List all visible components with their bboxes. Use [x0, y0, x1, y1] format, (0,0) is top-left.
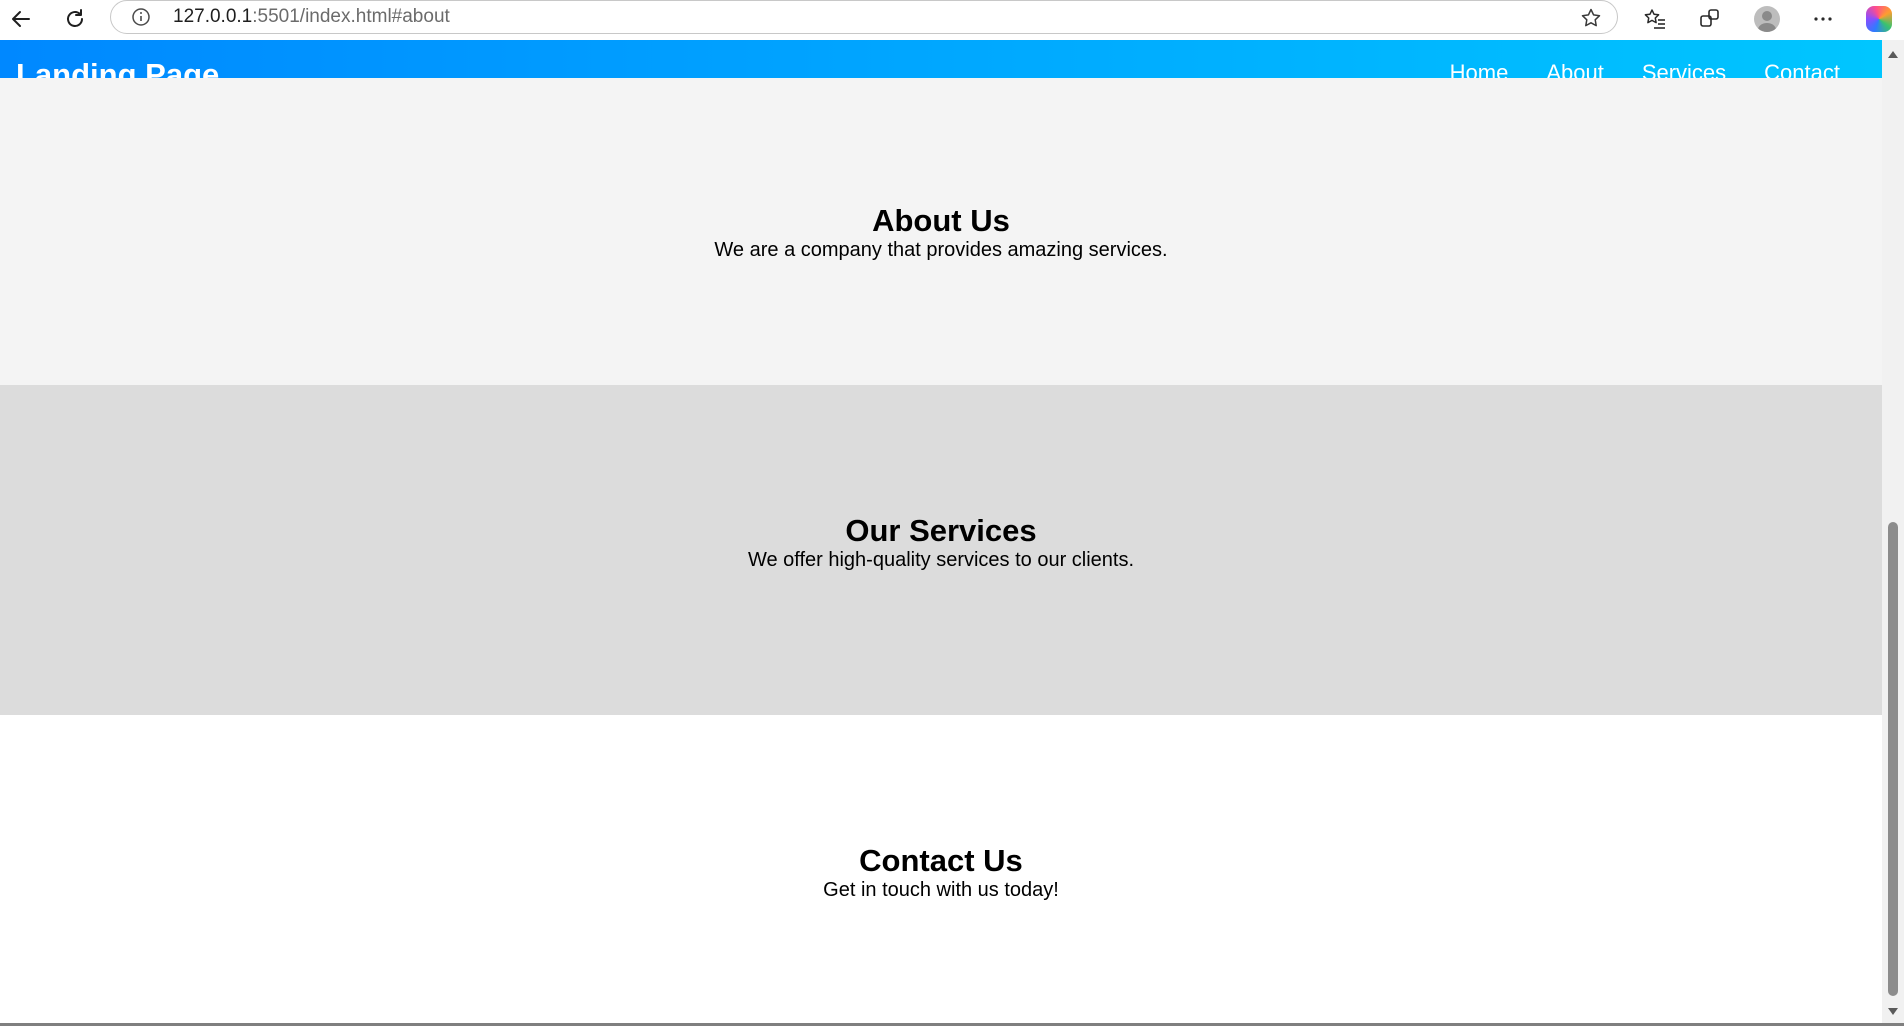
- address-bar[interactable]: 127.0.0.1:5501/index.html#about: [110, 0, 1618, 34]
- nav-link-services[interactable]: Services: [1642, 60, 1726, 78]
- contact-title: Contact Us: [859, 843, 1023, 878]
- services-title: Our Services: [845, 513, 1037, 548]
- url-path: :5501/index.html#about: [252, 6, 450, 27]
- extensions-button[interactable]: [1693, 2, 1727, 36]
- scroll-up-arrow-icon[interactable]: [1882, 44, 1904, 64]
- about-section: About Us We are a company that provides …: [0, 78, 1882, 385]
- nav-link-home[interactable]: Home: [1450, 60, 1509, 78]
- favorites-button[interactable]: [1638, 2, 1672, 36]
- browser-toolbar: 127.0.0.1:5501/index.html#about: [0, 0, 1904, 40]
- back-icon: [12, 11, 30, 27]
- more-icon: [1814, 17, 1832, 21]
- reload-icon: [67, 9, 83, 27]
- site-header: Landing Page Home About Services Contact: [0, 40, 1882, 78]
- info-icon[interactable]: [131, 7, 151, 27]
- back-button[interactable]: [4, 2, 38, 36]
- copilot-button[interactable]: [1862, 2, 1896, 36]
- about-title: About Us: [872, 203, 1010, 238]
- services-section: Our Services We offer high-quality servi…: [0, 385, 1882, 715]
- copilot-icon: [1866, 6, 1892, 32]
- scrollbar-thumb[interactable]: [1888, 522, 1898, 996]
- page-scrollbar[interactable]: [1882, 40, 1904, 1024]
- star-icon[interactable]: [1579, 6, 1603, 30]
- page-viewport: Landing Page Home About Services Contact…: [0, 40, 1882, 1024]
- site-logo[interactable]: Landing Page: [16, 58, 219, 79]
- scroll-down-arrow-icon[interactable]: [1882, 1002, 1904, 1022]
- profile-avatar: [1754, 6, 1780, 32]
- about-text: We are a company that provides amazing s…: [714, 239, 1168, 261]
- contact-text: Get in touch with us today!: [823, 879, 1059, 901]
- profile-button[interactable]: [1750, 2, 1784, 36]
- url-text[interactable]: 127.0.0.1:5501/index.html#about: [173, 1, 450, 33]
- contact-section: Contact Us Get in touch with us today!: [0, 715, 1882, 1024]
- more-button[interactable]: [1806, 2, 1840, 36]
- site-nav: Home About Services Contact: [1450, 60, 1840, 78]
- services-text: We offer high-quality services to our cl…: [747, 549, 1135, 571]
- nav-link-about[interactable]: About: [1546, 60, 1604, 78]
- url-host: 127.0.0.1: [173, 6, 253, 27]
- nav-link-contact[interactable]: Contact: [1764, 60, 1840, 78]
- reload-button[interactable]: [58, 2, 92, 36]
- favorites-icon: [1644, 9, 1665, 29]
- extensions-icon: [1700, 9, 1719, 27]
